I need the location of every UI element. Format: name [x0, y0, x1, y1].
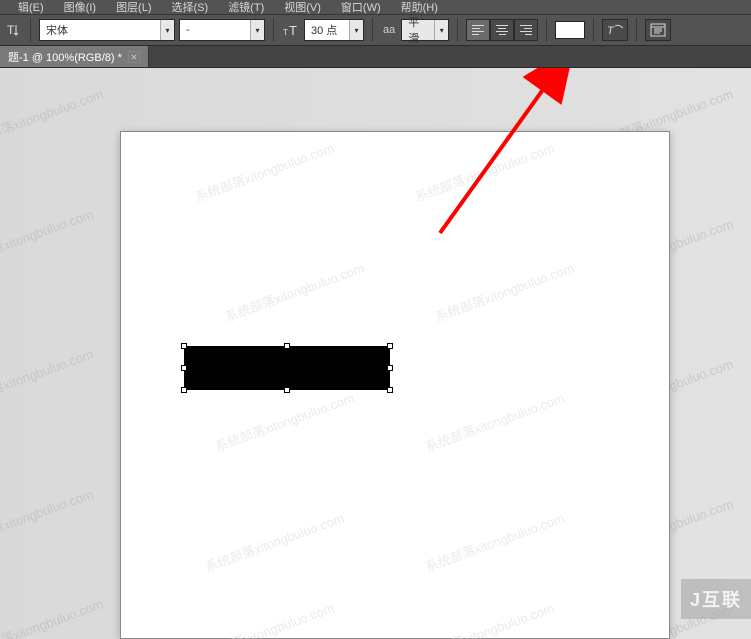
align-right-button[interactable]: [514, 19, 538, 41]
watermark: 系统部落xitongbuluo.com: [432, 257, 576, 325]
divider: [636, 18, 637, 42]
close-icon[interactable]: ×: [128, 51, 140, 63]
align-left-button[interactable]: [466, 19, 490, 41]
font-style-value[interactable]: -: [180, 20, 250, 40]
menu-select[interactable]: 选择(S): [162, 0, 219, 15]
font-size-icon: TT: [282, 21, 300, 39]
divider: [457, 18, 458, 42]
character-panel-button[interactable]: [645, 19, 671, 41]
canvas[interactable]: 系统部落xitongbuluo.com 系统部落xitongbuluo.com …: [120, 131, 670, 639]
svg-text:T: T: [289, 23, 297, 38]
font-style-dropdown[interactable]: - ▾: [179, 19, 265, 41]
svg-text:T: T: [7, 23, 15, 37]
divider: [546, 18, 547, 42]
svg-text:T: T: [607, 25, 615, 37]
watermark: 系统部落xitongbuluo.com: [222, 257, 366, 325]
watermark: 系统部落xitongbuluo.com: [192, 597, 336, 639]
chevron-down-icon[interactable]: ▾: [434, 20, 448, 40]
menu-edit[interactable]: 辑(E): [8, 0, 54, 15]
menu-layer[interactable]: 图层(L): [106, 0, 161, 15]
document-tab[interactable]: 题-1 @ 100%(RGB/8) * ×: [0, 46, 149, 67]
chevron-down-icon[interactable]: ▾: [160, 20, 174, 40]
divider: [593, 18, 594, 42]
text-color-swatch[interactable]: [555, 21, 585, 39]
menu-filter[interactable]: 滤镜(T): [218, 0, 274, 15]
menu-image[interactable]: 图像(I): [54, 0, 106, 15]
menu-help[interactable]: 帮助(H): [391, 0, 448, 15]
font-size-dropdown[interactable]: 30 点 ▾: [304, 19, 364, 41]
divider: [372, 18, 373, 42]
font-size-value[interactable]: 30 点: [305, 20, 349, 40]
menu-bar: 辑(E) 图像(I) 图层(L) 选择(S) 滤镜(T) 视图(V) 窗口(W)…: [0, 0, 751, 14]
warp-text-button[interactable]: T: [602, 19, 628, 41]
watermark: 系统部落xitongbuluo.com: [412, 597, 556, 639]
menu-window[interactable]: 窗口(W): [331, 0, 391, 15]
watermark: 系统部落xitongbuluo.com: [0, 83, 105, 151]
watermark: 系统部落xitongbuluo.com: [192, 137, 336, 205]
document-tab-bar: 题-1 @ 100%(RGB/8) * ×: [0, 46, 751, 68]
text-orientation-icon[interactable]: T: [4, 21, 22, 39]
svg-text:T: T: [283, 28, 288, 37]
watermark: 系统部落xitongbuluo.com: [422, 507, 566, 575]
antialias-dropdown[interactable]: 平滑 ▾: [401, 19, 449, 41]
text-align-group: [466, 19, 538, 41]
align-center-button[interactable]: [490, 19, 514, 41]
document-tab-title: 题-1 @ 100%(RGB/8) *: [8, 49, 122, 65]
divider: [30, 18, 31, 42]
chevron-down-icon[interactable]: ▾: [250, 20, 264, 40]
watermark: 系统部落xitongbuluo.com: [212, 387, 356, 455]
watermark: 系统部落xitongbuluo.com: [0, 593, 105, 639]
text-layer-rect[interactable]: [185, 347, 389, 389]
watermark: 系统部落xitongbuluo.com: [422, 387, 566, 455]
options-bar: T 宋体 ▾ - ▾ TT 30 点 ▾ aa 平滑 ▾ T: [0, 14, 751, 46]
watermark: 系统部落xitongbuluo.com: [412, 137, 556, 205]
corner-watermark: J互联: [681, 579, 751, 619]
workspace: 系统部落xitongbuluo.com 系统部落xitongbuluo.com …: [0, 68, 751, 639]
watermark: 系统部落xitongbuluo.com: [0, 203, 95, 271]
antialias-value[interactable]: 平滑: [402, 20, 434, 40]
watermark: 系统部落xitongbuluo.com: [0, 483, 95, 551]
font-family-dropdown[interactable]: 宋体 ▾: [39, 19, 175, 41]
watermark: 系统部落xitongbuluo.com: [202, 507, 346, 575]
divider: [273, 18, 274, 42]
chevron-down-icon[interactable]: ▾: [349, 20, 363, 40]
menu-view[interactable]: 视图(V): [274, 0, 331, 15]
font-family-value[interactable]: 宋体: [40, 20, 160, 40]
watermark: 系统部落xitongbuluo.com: [0, 343, 95, 411]
antialias-label: aa: [381, 24, 397, 36]
